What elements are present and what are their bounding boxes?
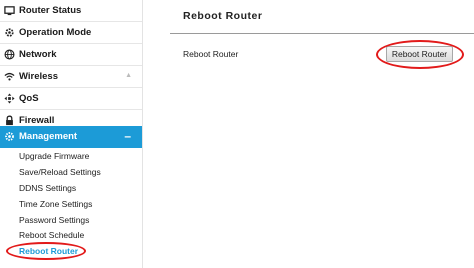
sidebar-item-router-status[interactable]: Router Status bbox=[0, 0, 142, 22]
sidebar-item-label: Management bbox=[19, 131, 78, 142]
sidebar-item-label: Router Status bbox=[19, 5, 82, 16]
monitor-icon bbox=[4, 6, 15, 16]
sidebar-item-operation-mode[interactable]: Operation Mode bbox=[0, 22, 142, 44]
sidebar-item-label: Network bbox=[19, 49, 57, 60]
sidebar-item-qos[interactable]: QoS bbox=[0, 88, 142, 110]
sidebar-item-network[interactable]: Network bbox=[0, 44, 142, 66]
sidebar-item-wireless[interactable]: Wireless ▲ bbox=[0, 66, 142, 88]
page-title: Reboot Router bbox=[183, 10, 263, 22]
gear-icon bbox=[5, 132, 14, 141]
submenu-item-reboot-schedule[interactable]: Reboot Schedule bbox=[19, 230, 84, 240]
globe-icon bbox=[4, 49, 15, 60]
title-divider bbox=[170, 33, 474, 34]
chevron-up-icon: ▲ bbox=[125, 72, 132, 79]
sidebar-item-management[interactable]: Management – bbox=[0, 126, 142, 148]
highlight-oval bbox=[376, 40, 464, 69]
sidebar-item-label: Operation Mode bbox=[19, 27, 92, 38]
submenu-item-upgrade-firmware[interactable]: Upgrade Firmware bbox=[19, 151, 89, 161]
qos-icon bbox=[4, 93, 15, 104]
submenu-item-ddns-settings[interactable]: DDNS Settings bbox=[19, 183, 76, 193]
sidebar-item-label: QoS bbox=[19, 93, 39, 104]
sidebar-item-label: Wireless bbox=[19, 71, 58, 82]
collapse-icon: – bbox=[124, 129, 131, 143]
submenu-item-time-zone-settings[interactable]: Time Zone Settings bbox=[19, 199, 92, 209]
submenu-item-password-settings[interactable]: Password Settings bbox=[19, 215, 89, 225]
reboot-row-label: Reboot Router bbox=[183, 49, 239, 59]
lock-icon bbox=[6, 115, 13, 126]
submenu-item-save-reload-settings[interactable]: Save/Reload Settings bbox=[19, 167, 101, 177]
sidebar: Router Status Operation Mode Network Wir… bbox=[0, 0, 143, 268]
gear-cycle-icon bbox=[5, 28, 14, 37]
highlight-oval bbox=[6, 242, 86, 260]
wifi-icon bbox=[4, 72, 15, 81]
sidebar-item-label: Firewall bbox=[19, 115, 55, 126]
